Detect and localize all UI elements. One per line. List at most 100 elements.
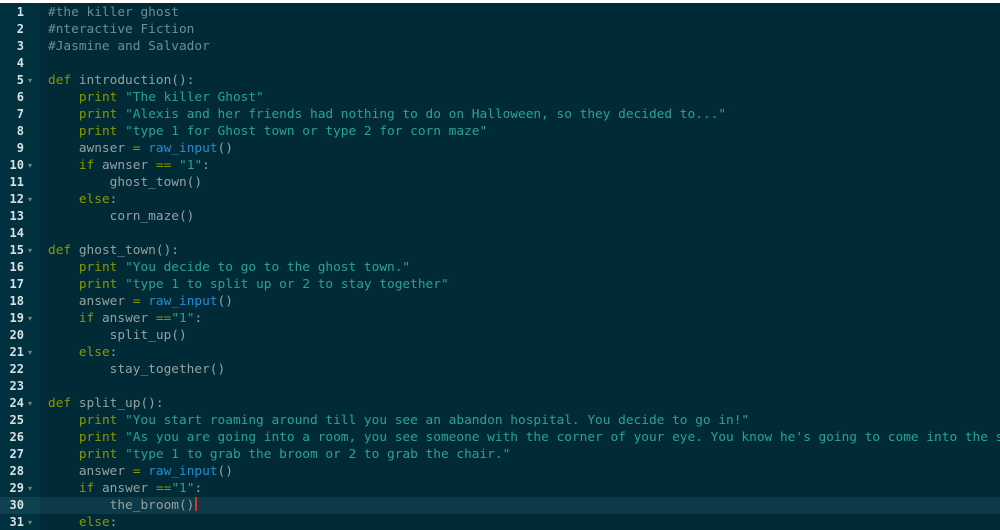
code-line[interactable]: 1 #the killer ghost [0,4,1000,21]
fold-chevron-icon[interactable]: ▾ [28,480,32,497]
code-token-plain: stay_together() [48,362,226,377]
code-token-plain: split_up(): [71,396,164,411]
code-line[interactable]: 16 print "You decide to go to the ghost … [0,259,1000,276]
code-token-plain: introduction(): [71,73,195,88]
code-token-keyword: == [155,481,172,496]
fold-chevron-icon[interactable]: ▾ [28,191,32,208]
line-number-cell: 13 [0,208,40,225]
code-line[interactable]: 28 answer = raw_input() [0,463,1000,480]
code-line[interactable]: 17 print "type 1 to split up or 2 to sta… [0,276,1000,293]
line-number-cell: 1 [0,4,40,21]
code-text: the_broom() [48,497,198,514]
line-number: 20 [9,328,24,342]
code-line[interactable]: 29 ▾ if answer =="1": [0,480,1000,497]
line-number-cell: 6 [0,89,40,106]
code-line[interactable]: 3 #Jasmine and Salvador [0,38,1000,55]
code-token-plain: : [109,345,118,360]
line-number: 14 [9,226,24,240]
code-token-keyword: else [78,345,110,360]
code-line[interactable]: 23 [0,378,1000,395]
code-text: split_up() [48,327,187,344]
code-line[interactable]: 24 ▾ def split_up(): [0,395,1000,412]
code-line[interactable]: 27 print "type 1 to grab the broom or 2 … [0,446,1000,463]
code-line[interactable]: 7 print "Alexis and her friends had noth… [0,106,1000,123]
code-token-plain: () [217,141,233,156]
code-text: #nteractive Fiction [48,21,194,38]
code-line[interactable]: 13 corn_maze() [0,208,1000,225]
line-number-cell: 3 [0,38,40,55]
code-text: corn_maze() [48,208,195,225]
line-number-cell: 7 [0,106,40,123]
code-text: if answer =="1": [48,480,202,497]
code-token-keyword: print [78,447,118,462]
line-number-cell: 15 ▾ [0,242,40,259]
code-line[interactable]: 31 ▾ else: [0,514,1000,530]
code-text: print "As you are going into a room, you… [48,429,1000,446]
code-line[interactable]: 26 print "As you are going into a room, … [0,429,1000,446]
line-number-cell: 26 [0,429,40,446]
line-number: 2 [16,22,24,36]
line-number: 9 [16,141,24,155]
fold-chevron-icon[interactable]: ▾ [28,310,32,327]
code-line[interactable]: 10 ▾ if awnser == "1": [0,157,1000,174]
fold-chevron-icon[interactable]: ▾ [28,344,32,361]
code-token-keyword: def [48,243,72,258]
code-line[interactable]: 5 ▾ def introduction(): [0,72,1000,89]
code-line[interactable]: 8 print "type 1 for Ghost town or type 2… [0,123,1000,140]
code-text: #the killer ghost [48,4,179,21]
code-token-string: "1" [179,158,203,173]
code-line[interactable]: 18 answer = raw_input() [0,293,1000,310]
code-token-plain: () [217,294,233,309]
code-line[interactable]: 4 [0,55,1000,72]
code-text: if awnser == "1": [48,157,210,174]
code-text: print "The killer Ghost" [48,89,264,106]
code-token-keyword: print [78,430,118,445]
line-number-cell: 8 [0,123,40,140]
fold-chevron-icon[interactable]: ▾ [28,72,32,89]
line-number-cell: 9 [0,140,40,157]
line-number: 8 [16,124,24,138]
code-editor[interactable]: 1 #the killer ghost 2 #nteractive Fiction 3 #… [0,3,1000,530]
code-line[interactable]: 19 ▾ if answer =="1": [0,310,1000,327]
code-line[interactable]: 2 #nteractive Fiction [0,21,1000,38]
code-line[interactable]: 9 awnser = raw_input() [0,140,1000,157]
line-number: 27 [9,447,24,461]
code-text: stay_together() [48,361,226,378]
code-token-comment: #nteractive Fiction [48,22,195,37]
code-line[interactable]: 15 ▾ def ghost_town(): [0,242,1000,259]
code-token-keyword: print [78,124,118,139]
code-line[interactable]: 20 split_up() [0,327,1000,344]
code-text: #Jasmine and Salvador [48,38,210,55]
code-line[interactable]: 14 [0,225,1000,242]
code-token-plain: awnser [94,158,156,173]
code-token-keyword: print [78,107,118,122]
line-number: 5 [16,73,24,87]
code-token-keyword: print [78,90,118,105]
code-token-plain: : [109,192,118,207]
code-line[interactable]: 21 ▾ else: [0,344,1000,361]
code-line[interactable]: 11 ghost_town() [0,174,1000,191]
fold-chevron-icon[interactable]: ▾ [28,395,32,412]
code-line[interactable]: 22 stay_together() [0,361,1000,378]
code-token-string: "1" [171,311,195,326]
fold-chevron-icon[interactable]: ▾ [28,242,32,259]
code-token-string: "type 1 to split up or 2 to stay togethe… [125,277,449,292]
code-line[interactable]: 25 print "You start roaming around till … [0,412,1000,429]
line-number: 24 [9,396,24,410]
code-line[interactable]: 30 the_broom() [0,497,1000,514]
code-lines[interactable]: 1 #the killer ghost 2 #nteractive Fiction 3 #… [0,4,1000,530]
code-token-plain: awnser [48,141,133,156]
code-line[interactable]: 12 ▾ else: [0,191,1000,208]
code-line[interactable]: 6 print "The killer Ghost" [0,89,1000,106]
fold-chevron-icon[interactable]: ▾ [28,514,32,530]
fold-chevron-icon[interactable]: ▾ [28,157,32,174]
code-token-string: "type 1 to grab the broom or 2 to grab t… [125,447,511,462]
